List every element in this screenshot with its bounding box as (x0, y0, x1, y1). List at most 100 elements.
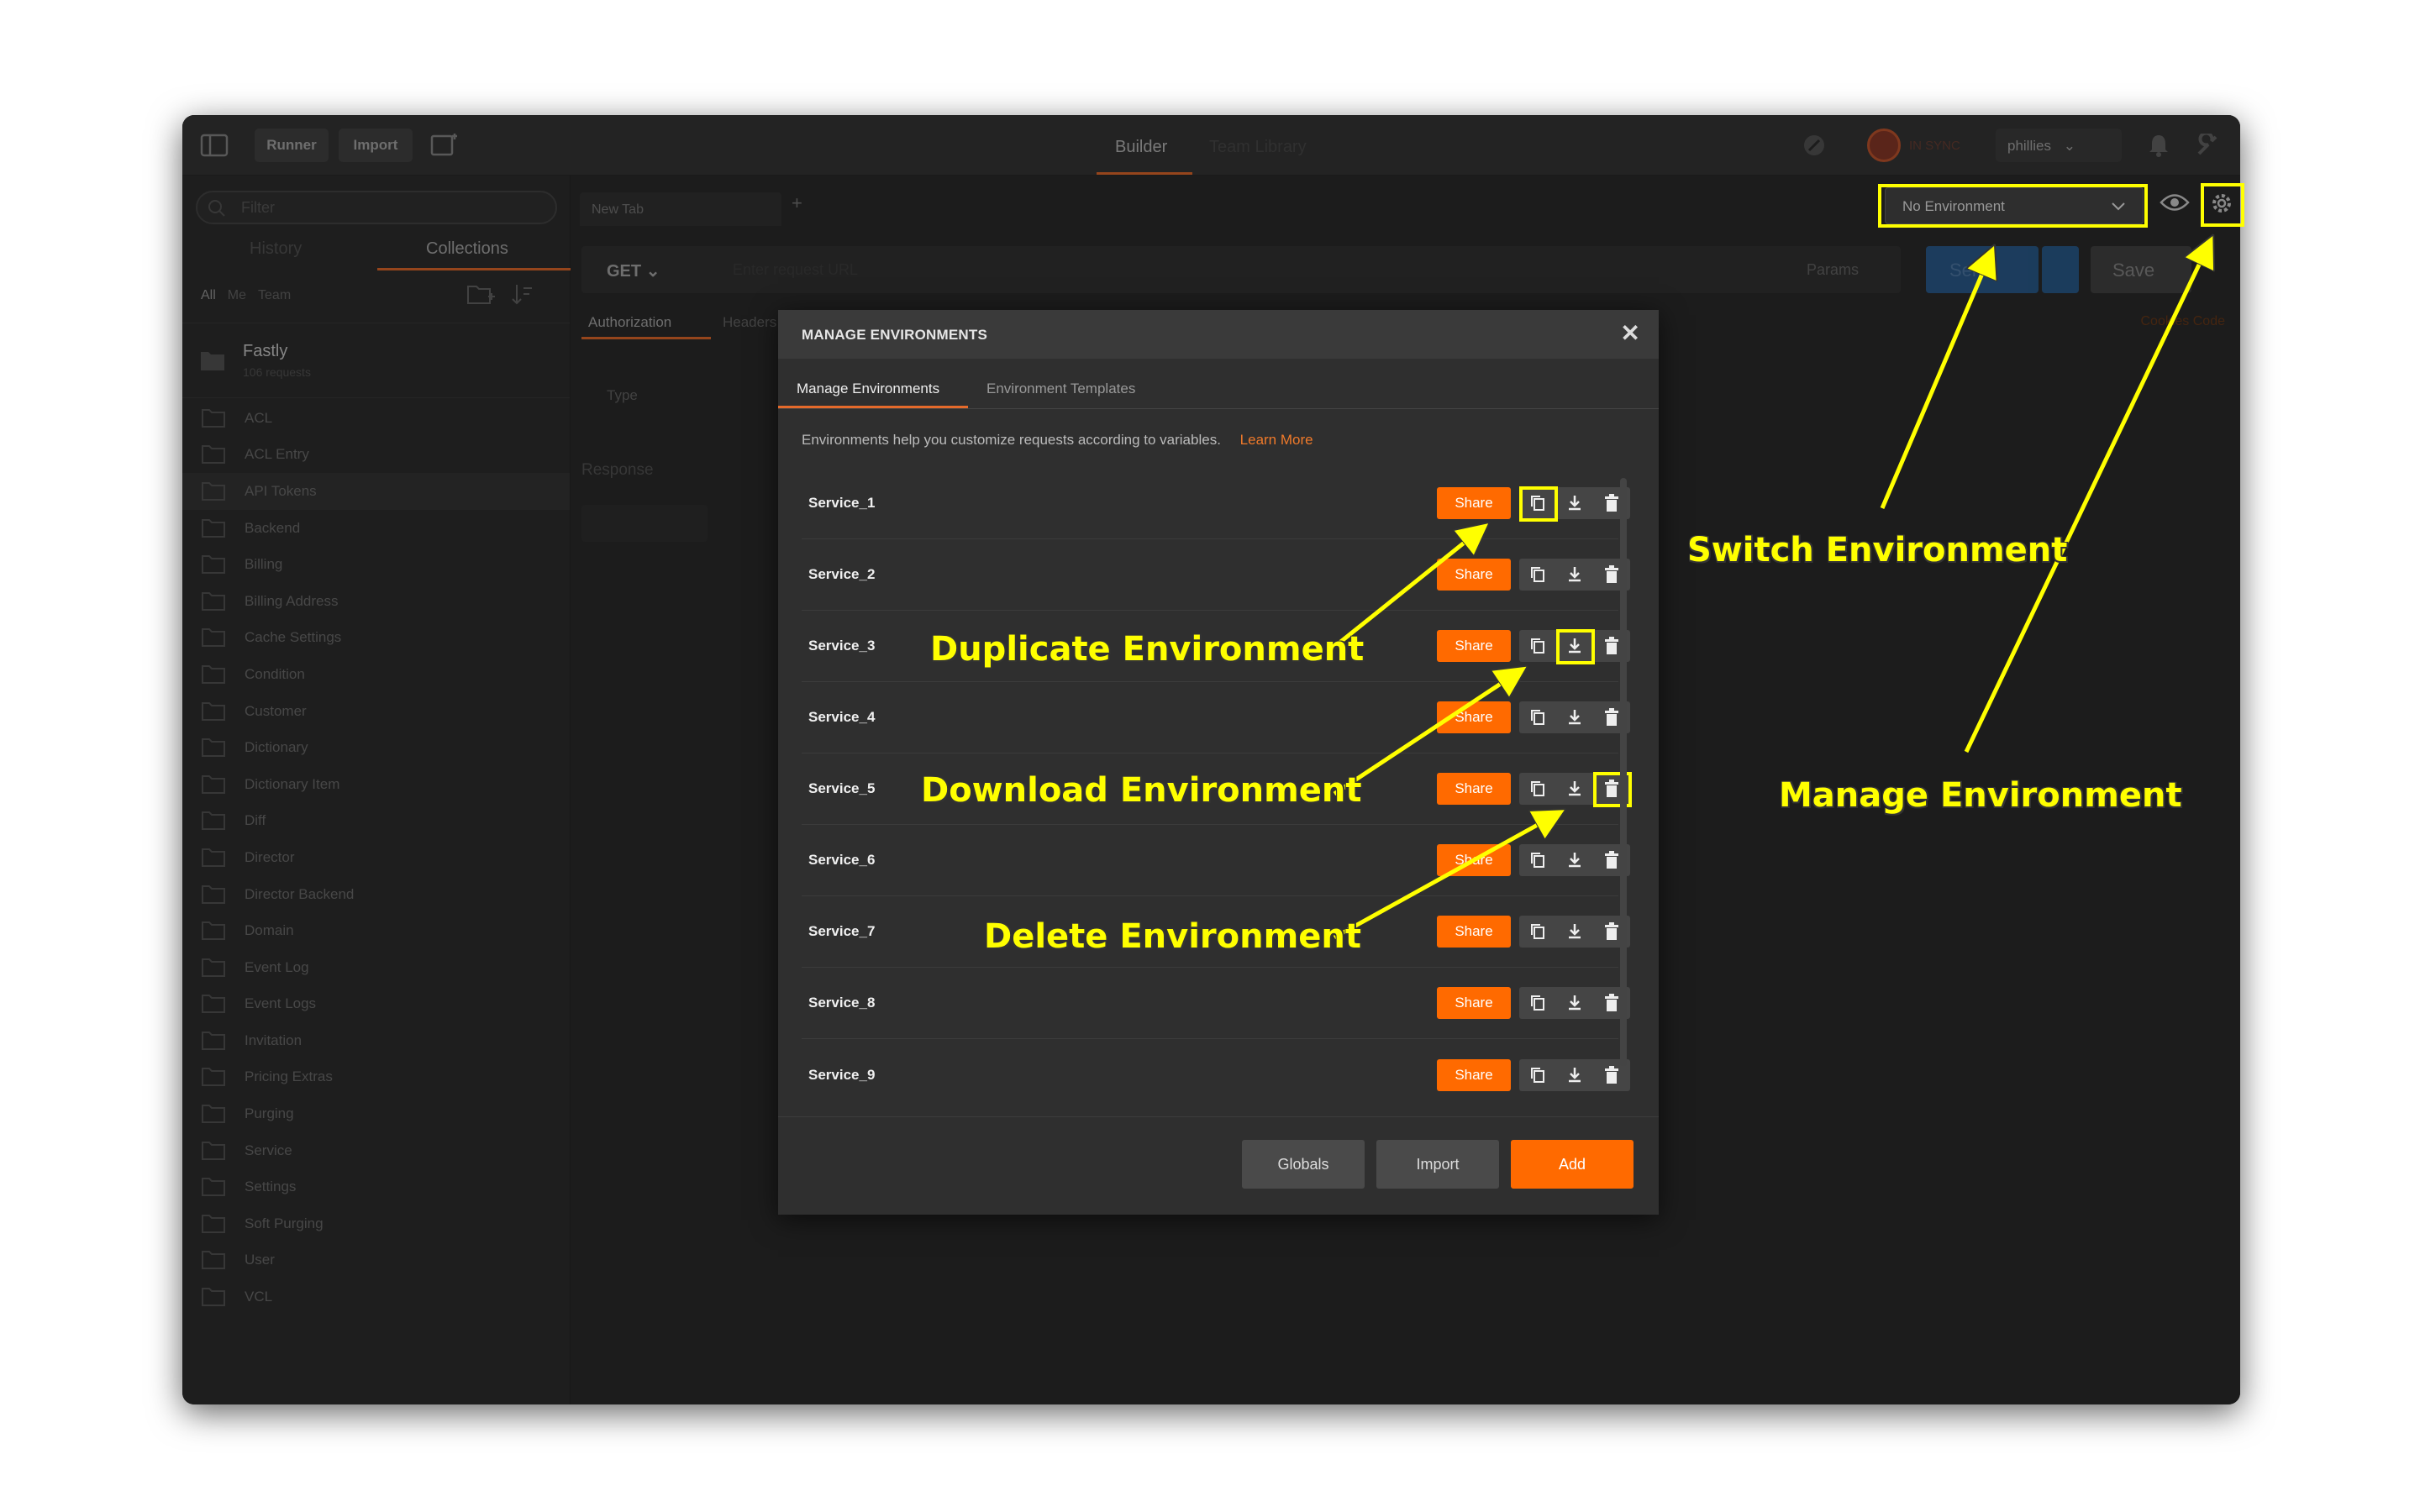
cookies-code-links[interactable]: Cookies Code (2141, 314, 2226, 329)
download-icon[interactable] (1559, 916, 1591, 948)
download-icon[interactable] (1559, 1059, 1591, 1091)
tab-team-library[interactable]: Team Library (1209, 138, 1307, 157)
environment-row[interactable]: Service_2 Share (802, 539, 1630, 611)
sidebar-toggle-icon[interactable] (196, 129, 233, 162)
sidebar-folder[interactable]: Settings (182, 1168, 570, 1205)
url-input[interactable]: Enter request URL (733, 261, 858, 279)
environment-name[interactable]: Service_2 (808, 566, 875, 583)
duplicate-icon[interactable] (1522, 487, 1554, 519)
download-icon[interactable] (1559, 844, 1591, 876)
globals-button[interactable]: Globals (1242, 1140, 1365, 1189)
download-icon[interactable] (1559, 773, 1591, 805)
send-dropdown-button[interactable] (2042, 246, 2079, 293)
share-button[interactable]: Share (1437, 773, 1511, 805)
sidebar-folder[interactable]: VCL (182, 1278, 570, 1315)
send-button[interactable]: Send (1926, 246, 2039, 293)
duplicate-icon[interactable] (1522, 701, 1554, 733)
sidebar-folder[interactable]: Soft Purging (182, 1205, 570, 1242)
duplicate-icon[interactable] (1522, 630, 1554, 662)
share-button[interactable]: Share (1437, 487, 1511, 519)
sidebar-folder[interactable]: Dictionary Item (182, 766, 570, 803)
sidebar-folder[interactable]: Domain (182, 912, 570, 949)
sidebar-folder[interactable]: Director Backend (182, 876, 570, 913)
download-icon[interactable] (1559, 701, 1591, 733)
user-dropdown[interactable]: phillies ⌄ (1996, 129, 2122, 162)
sidebar-folder[interactable]: Billing (182, 546, 570, 583)
heart-icon[interactable] (2233, 129, 2240, 162)
close-icon[interactable]: ✕ (1620, 322, 1640, 345)
tab-authorization[interactable]: Authorization (588, 314, 671, 331)
sidebar-folder[interactable]: Cache Settings (182, 620, 570, 657)
runner-button[interactable]: Runner (255, 129, 329, 162)
gear-icon[interactable] (2208, 190, 2235, 221)
sidebar-folder[interactable]: Customer (182, 693, 570, 730)
duplicate-icon[interactable] (1522, 916, 1554, 948)
collection-fastly[interactable]: Fastly 106 requests (182, 323, 570, 398)
sidebar-folder[interactable]: Diff (182, 803, 570, 840)
tab-builder[interactable]: Builder (1115, 138, 1167, 157)
sync-status[interactable]: IN SYNC (1867, 129, 1960, 162)
duplicate-icon[interactable] (1522, 987, 1554, 1019)
satellite-icon[interactable] (1796, 129, 1833, 162)
sidebar-folder[interactable]: Invitation (182, 1022, 570, 1059)
download-icon[interactable] (1559, 487, 1591, 519)
sidebar-folder[interactable]: Dictionary (182, 729, 570, 766)
duplicate-icon[interactable] (1522, 559, 1554, 591)
add-environment-button[interactable]: Add (1511, 1140, 1634, 1189)
download-icon[interactable] (1559, 559, 1591, 591)
eye-icon[interactable] (2160, 192, 2190, 218)
environment-row[interactable]: Service_8 Share (802, 968, 1630, 1039)
environment-name[interactable]: Service_8 (808, 995, 875, 1011)
environment-row[interactable]: Service_4 Share (802, 682, 1630, 753)
new-collection-icon[interactable] (466, 281, 495, 307)
sidebar-folder[interactable]: User (182, 1242, 570, 1279)
learn-more-link[interactable]: Learn More (1240, 432, 1313, 448)
sidebar-folder[interactable]: Purging (182, 1095, 570, 1132)
sidebar-folder[interactable]: Billing Address (182, 583, 570, 620)
sidebar-folder[interactable]: Condition (182, 656, 570, 693)
environment-name[interactable]: Service_3 (808, 638, 875, 654)
environment-row[interactable]: Service_9 Share (802, 1039, 1630, 1110)
sidebar-folder[interactable]: Director (182, 839, 570, 876)
share-button[interactable]: Share (1437, 916, 1511, 948)
sort-icon[interactable] (510, 281, 540, 307)
environment-name[interactable]: Service_5 (808, 780, 875, 797)
environment-name[interactable]: Service_4 (808, 709, 875, 726)
new-window-icon[interactable] (426, 129, 463, 162)
environment-name[interactable]: Service_7 (808, 923, 875, 940)
tab-manage-environments[interactable]: Manage Environments (797, 381, 939, 397)
environment-row[interactable]: Service_1 Share (802, 468, 1630, 539)
share-button[interactable]: Share (1437, 559, 1511, 591)
bell-icon[interactable] (2140, 129, 2177, 162)
tab-history[interactable]: History (250, 239, 302, 259)
method-select[interactable]: GET ⌄ (607, 260, 660, 281)
sidebar-folder[interactable]: Event Logs (182, 986, 570, 1023)
download-icon[interactable] (1559, 630, 1591, 662)
tab-headers[interactable]: Headers (723, 314, 776, 331)
duplicate-icon[interactable] (1522, 844, 1554, 876)
environment-name[interactable]: Service_1 (808, 495, 875, 512)
scrollbar[interactable] (1620, 478, 1627, 1066)
tab-environment-templates[interactable]: Environment Templates (986, 381, 1135, 397)
sidebar-folder[interactable]: API Tokens (182, 473, 570, 510)
environment-name[interactable]: Service_6 (808, 852, 875, 869)
environment-name[interactable]: Service_9 (808, 1067, 875, 1084)
filter-me[interactable]: Me (228, 288, 246, 303)
filter-team[interactable]: Team (258, 288, 291, 303)
wrench-icon[interactable] (2189, 129, 2226, 162)
sidebar-folder[interactable]: ACL (182, 400, 570, 437)
sidebar-folder[interactable]: Service (182, 1132, 570, 1169)
duplicate-icon[interactable] (1522, 773, 1554, 805)
tab-collections[interactable]: Collections (426, 239, 508, 259)
filter-all[interactable]: All (201, 288, 216, 303)
import-button[interactable]: Import (339, 129, 413, 162)
share-button[interactable]: Share (1437, 630, 1511, 662)
environment-row[interactable]: Service_6 Share (802, 825, 1630, 896)
sidebar-folder[interactable]: Event Log (182, 949, 570, 986)
tab-new-tab[interactable]: New Tab (580, 192, 781, 226)
params-button[interactable]: Params (1807, 261, 1859, 279)
import-env-button[interactable]: Import (1376, 1140, 1499, 1189)
sidebar-folder[interactable]: Pricing Extras (182, 1059, 570, 1096)
filter-input[interactable]: Filter (196, 191, 557, 224)
environment-select[interactable]: No Environment (1885, 187, 2144, 224)
